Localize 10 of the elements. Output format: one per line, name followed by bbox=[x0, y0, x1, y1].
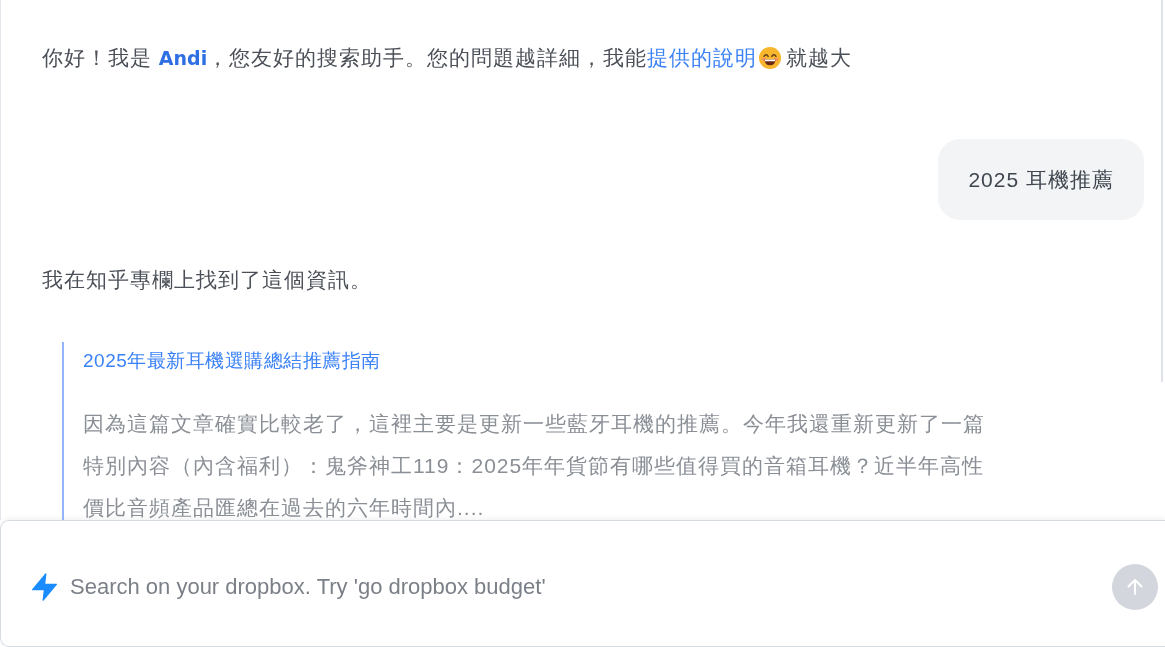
user-message-bubble: 2025 耳機推薦 bbox=[938, 139, 1144, 220]
explanation-link[interactable]: 提供的說明 bbox=[647, 46, 758, 69]
greeting-message: 你好！我是 Andi，您友好的搜索助手。您的問題越詳細，我能提供的說明 就越大 bbox=[42, 45, 854, 71]
article-excerpt: 因為這篇文章確實比較老了，這裡主要是更新一些藍牙耳機的推薦。今年我還重新更新了一篇特別內容（內含福利）：鬼斧神工119：2025年年貨節有哪些值得買的音箱耳機？近半年高性價比音頻產品匯總在過去的六年時間內.... bbox=[83, 411, 986, 520]
arrow-up-icon bbox=[1125, 577, 1145, 597]
lightning-icon bbox=[32, 573, 57, 601]
assistant-message: 我在知乎專欄上找到了這個資訊。 bbox=[42, 267, 373, 293]
grinning-face-icon bbox=[759, 47, 782, 69]
article-link[interactable]: 2025年最新耳機選購總結推薦指南 bbox=[83, 346, 381, 376]
scrollbar-thumb[interactable] bbox=[1161, 0, 1163, 382]
